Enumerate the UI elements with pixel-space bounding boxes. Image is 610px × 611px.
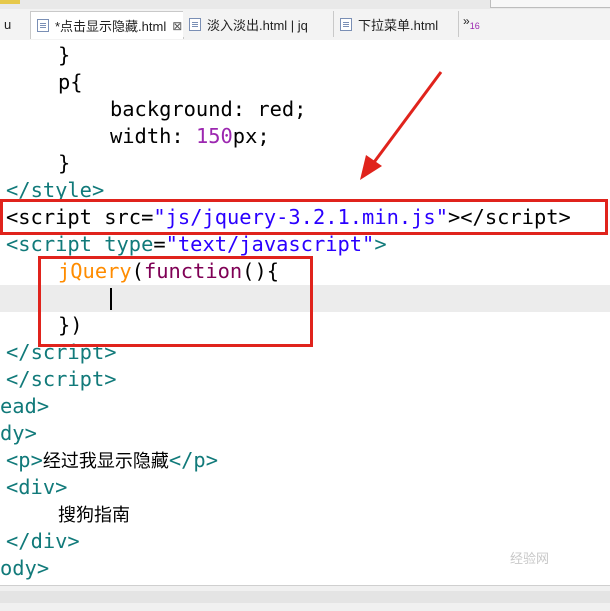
arrow-shaft xyxy=(370,71,443,166)
annotation-arrow-icon xyxy=(360,71,443,180)
horizontal-scrollbar[interactable] xyxy=(0,591,610,603)
arrow-head xyxy=(360,155,382,180)
status-bar xyxy=(0,585,610,611)
watermark: 经验网 xyxy=(510,552,550,567)
